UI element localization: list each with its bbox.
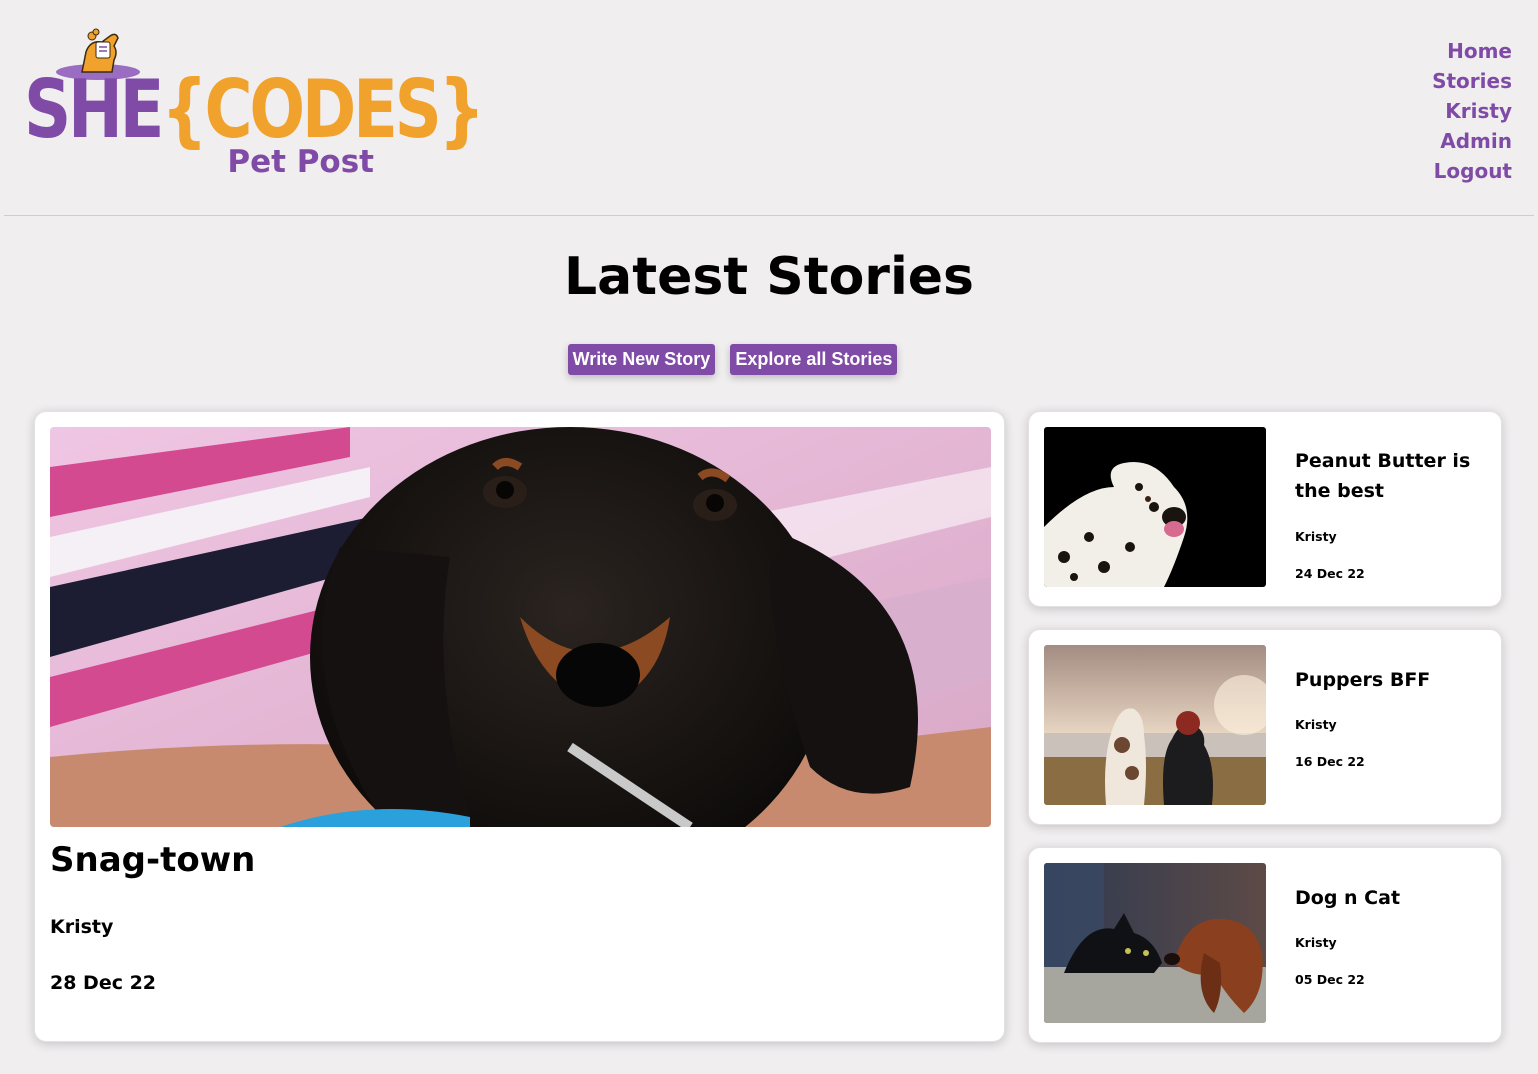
- site-header: SHE{CODES} Pet Post Home Stories Kristy …: [0, 0, 1538, 216]
- story-title: Puppers BFF: [1295, 669, 1431, 691]
- story-card[interactable]: Peanut Butter is the best Kristy 24 Dec …: [1028, 411, 1502, 607]
- featured-story-title: Snag-town: [50, 840, 256, 880]
- main-nav: Home Stories Kristy Admin Logout: [1432, 36, 1512, 186]
- story-card[interactable]: Dog n Cat Kristy 05 Dec 22: [1028, 847, 1502, 1043]
- nav-home-link[interactable]: Home: [1447, 36, 1512, 66]
- logo-she-text: SHE: [24, 63, 164, 156]
- story-title: Peanut Butter is the best: [1295, 450, 1471, 502]
- explore-all-stories-button[interactable]: Explore all Stories: [730, 344, 898, 375]
- story-author: Kristy: [1295, 935, 1337, 950]
- story-author: Kristy: [1295, 529, 1337, 544]
- story-text: Puppers BFF Kristy 16 Dec 22: [1295, 630, 1485, 826]
- story-card[interactable]: Puppers BFF Kristy 16 Dec 22: [1028, 629, 1502, 825]
- dachshund-puppy-photo: [50, 427, 991, 827]
- nav-admin-link[interactable]: Admin: [1440, 126, 1512, 156]
- header-divider: [4, 215, 1534, 216]
- story-text: Peanut Butter is the best Kristy 24 Dec …: [1295, 412, 1485, 608]
- nav-stories-link[interactable]: Stories: [1432, 66, 1512, 96]
- featured-story-date: 28 Dec 22: [50, 972, 157, 994]
- story-image: [1044, 427, 1266, 587]
- story-date: 24 Dec 22: [1295, 566, 1365, 581]
- story-date: 05 Dec 22: [1295, 972, 1365, 987]
- dalmatian-photo: [1044, 427, 1266, 587]
- story-actions: Write New Story Explore all Stories: [0, 344, 1538, 375]
- page-title: Latest Stories: [564, 247, 974, 307]
- cat-and-spaniel-photo: [1044, 863, 1266, 1023]
- story-image: [1044, 863, 1266, 1023]
- story-title: Dog n Cat: [1295, 887, 1401, 909]
- dog-and-person-lake-photo: [1044, 645, 1266, 805]
- story-text: Dog n Cat Kristy 05 Dec 22: [1295, 848, 1485, 1044]
- logo-subtitle: Pet Post: [227, 144, 374, 180]
- logo-codes-text: {CODES}: [161, 63, 485, 156]
- featured-story-card[interactable]: Snag-town Kristy 28 Dec 22: [34, 411, 1005, 1042]
- story-date: 16 Dec 22: [1295, 754, 1365, 769]
- featured-story-author: Kristy: [50, 916, 114, 938]
- story-author: Kristy: [1295, 717, 1337, 732]
- shecodes-logo[interactable]: SHE{CODES} Pet Post: [24, 26, 485, 186]
- write-new-story-button[interactable]: Write New Story: [567, 344, 716, 375]
- logo-wordmark: SHE{CODES}: [24, 70, 485, 150]
- nav-profile-link[interactable]: Kristy: [1445, 96, 1512, 126]
- featured-story-image: [50, 427, 991, 827]
- nav-logout-link[interactable]: Logout: [1434, 156, 1512, 186]
- story-image: [1044, 645, 1266, 805]
